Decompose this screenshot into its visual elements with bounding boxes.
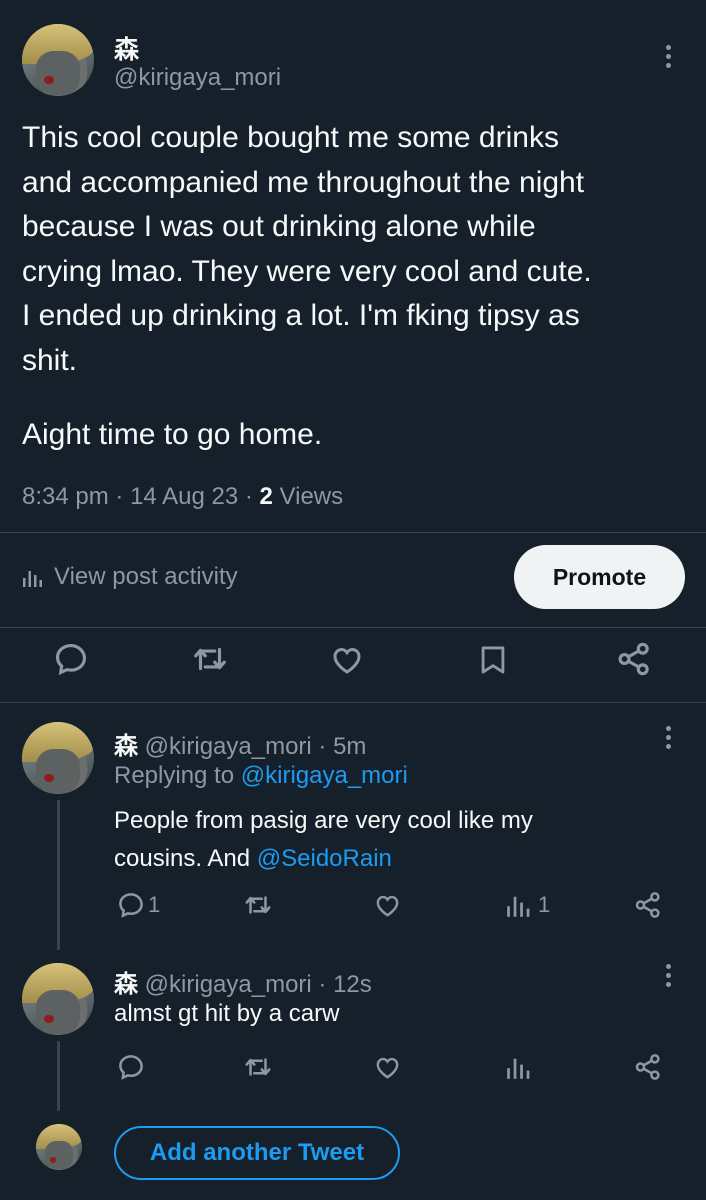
- replying-to: Replying to @kirigaya_mori: [114, 762, 408, 789]
- more-options-icon[interactable]: [666, 964, 672, 991]
- avatar[interactable]: [22, 722, 94, 794]
- post-text: This cool couple bought me some drinks a…: [22, 121, 592, 377]
- like-icon[interactable]: [372, 891, 403, 920]
- reply-time[interactable]: 5m: [333, 733, 366, 760]
- add-another-tweet-button[interactable]: Add another Tweet: [114, 1126, 400, 1180]
- display-name[interactable]: 森: [114, 971, 138, 998]
- reply-time[interactable]: 12s: [333, 971, 372, 998]
- mention-link[interactable]: @kirigaya_mori: [241, 762, 408, 789]
- avatar[interactable]: [22, 963, 94, 1035]
- views-icon[interactable]: 1: [506, 892, 550, 918]
- handle[interactable]: @kirigaya_mori: [114, 64, 281, 92]
- promote-button[interactable]: Promote: [514, 545, 685, 609]
- display-name[interactable]: 森: [114, 733, 138, 760]
- divider: [0, 702, 706, 703]
- more-options-icon[interactable]: [666, 45, 672, 72]
- analytics-icon: [22, 566, 44, 588]
- display-name[interactable]: 森: [114, 30, 139, 66]
- retweet-icon[interactable]: [242, 890, 274, 920]
- thread-line: [57, 800, 60, 950]
- avatar[interactable]: [22, 24, 94, 96]
- composer-avatar: [36, 1124, 82, 1170]
- views-count: 1: [538, 892, 551, 917]
- divider: [0, 627, 706, 628]
- bookmark-icon[interactable]: [476, 641, 510, 679]
- post-meta: 8:34 pm · 14 Aug 23 · 2 Views: [22, 483, 344, 510]
- mention-link[interactable]: @SeidoRain: [257, 845, 392, 872]
- retweet-icon[interactable]: [242, 1052, 274, 1082]
- share-icon[interactable]: [614, 640, 654, 678]
- reply-text: almst gt hit by a carw: [114, 1000, 340, 1027]
- reply-header: 森 @kirigaya_mori · 12s: [114, 971, 372, 998]
- views-label: Views: [279, 483, 344, 510]
- reply-header: 森 @kirigaya_mori · 5m: [114, 733, 367, 760]
- like-icon[interactable]: [328, 642, 366, 678]
- post-time[interactable]: 8:34 pm: [22, 483, 109, 510]
- views-icon[interactable]: [506, 1054, 532, 1080]
- view-post-activity[interactable]: View post activity: [22, 563, 238, 591]
- like-icon[interactable]: [372, 1053, 403, 1082]
- views-count: 2: [259, 483, 273, 510]
- post-date[interactable]: 14 Aug 23: [130, 483, 238, 510]
- reply-icon[interactable]: [52, 640, 90, 678]
- post-text-last: Aight time to go home.: [22, 418, 323, 451]
- share-icon[interactable]: [632, 1052, 664, 1082]
- reply-text: People from pasig are very cool like my …: [114, 807, 533, 872]
- more-options-icon[interactable]: [666, 726, 672, 753]
- thread-line: [57, 1041, 60, 1111]
- divider: [0, 532, 706, 533]
- retweet-icon[interactable]: [190, 640, 230, 678]
- handle[interactable]: @kirigaya_mori: [145, 733, 312, 760]
- handle[interactable]: @kirigaya_mori: [145, 971, 312, 998]
- reply-count: 1: [148, 892, 161, 917]
- reply-icon[interactable]: 1: [116, 890, 160, 920]
- share-icon[interactable]: [632, 890, 664, 920]
- reply-icon[interactable]: [116, 1052, 146, 1082]
